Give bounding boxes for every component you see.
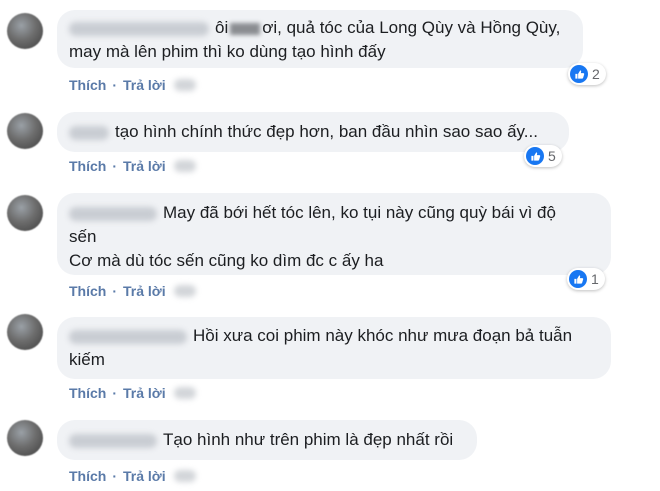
comment-text-line: Cơ mà dù tóc sến cũng ko dìm đc c ấy ha — [69, 251, 384, 270]
reply-link[interactable]: Trả lời — [123, 77, 166, 93]
comment-text-part: ôi — [215, 18, 229, 37]
commenter-name[interactable] — [69, 329, 187, 344]
like-thumb-icon — [569, 270, 587, 288]
separator: · — [112, 283, 118, 299]
like-thumb-icon — [526, 147, 544, 165]
reaction-count[interactable]: 1 — [567, 268, 605, 290]
separator: · — [112, 385, 118, 401]
separator: · — [112, 77, 118, 93]
like-thumb-icon — [570, 65, 588, 83]
commenter-name[interactable] — [69, 21, 209, 36]
reaction-number: 2 — [592, 66, 600, 82]
redacted-name — [230, 22, 261, 35]
avatar[interactable] — [7, 195, 43, 231]
avatar[interactable] — [7, 420, 43, 456]
timestamp[interactable] — [173, 285, 196, 297]
avatar[interactable] — [7, 314, 43, 350]
comment-actions: Thích · Trả lời — [69, 158, 196, 174]
comment-bubble: ôi ơi, quả tóc của Long Qùy và Hồng Qùy, … — [57, 10, 583, 68]
comment-text: Tạo hình như trên phim là đẹp nhất rồi — [163, 430, 454, 449]
comment-actions: Thích · Trả lời — [69, 468, 196, 484]
comment-text-line: Hồi xưa coi phim này khóc như mưa đoạn b… — [193, 326, 573, 345]
comment-text-line: May đã bới hết tóc lên, ko tụi này cũng … — [163, 203, 556, 222]
reaction-count[interactable]: 2 — [568, 63, 606, 85]
comment-text-line: may mà lên phim thì ko dùng tạo hình đấy — [69, 42, 386, 61]
comment-bubble: Hồi xưa coi phim này khóc như mưa đoạn b… — [57, 317, 611, 379]
comment-text-line: kiếm — [69, 350, 105, 369]
reply-link[interactable]: Trả lời — [123, 468, 166, 484]
like-link[interactable]: Thích — [69, 385, 106, 401]
timestamp[interactable] — [173, 387, 196, 399]
comment-bubble: May đã bới hết tóc lên, ko tụi này cũng … — [57, 193, 611, 275]
like-link[interactable]: Thích — [69, 283, 106, 299]
timestamp[interactable] — [173, 79, 196, 91]
comment-text-line: sến — [69, 227, 97, 246]
reaction-number: 1 — [591, 271, 599, 287]
comment-bubble: Tạo hình như trên phim là đẹp nhất rồi — [57, 420, 477, 460]
separator: · — [112, 468, 118, 484]
reply-link[interactable]: Trả lời — [123, 385, 166, 401]
comment-actions: Thích · Trả lời — [69, 283, 196, 299]
like-link[interactable]: Thích — [69, 158, 106, 174]
timestamp[interactable] — [173, 470, 196, 482]
like-link[interactable]: Thích — [69, 77, 106, 93]
comment-actions: Thích · Trả lời — [69, 385, 196, 401]
reaction-count[interactable]: 5 — [524, 145, 562, 167]
commenter-name[interactable] — [69, 433, 157, 448]
avatar[interactable] — [7, 13, 43, 49]
separator: · — [112, 158, 118, 174]
like-link[interactable]: Thích — [69, 468, 106, 484]
reaction-number: 5 — [548, 148, 556, 164]
reply-link[interactable]: Trả lời — [123, 158, 166, 174]
comment-text-part: ơi, quả tóc của Long Qùy và Hồng Qùy, — [262, 18, 561, 37]
commenter-name[interactable] — [69, 125, 109, 140]
avatar[interactable] — [7, 113, 43, 149]
comment-text: tạo hình chính thức đẹp hơn, ban đầu nhì… — [115, 122, 538, 141]
timestamp[interactable] — [173, 160, 196, 172]
reply-link[interactable]: Trả lời — [123, 283, 166, 299]
comment-bubble: tạo hình chính thức đẹp hơn, ban đầu nhì… — [57, 112, 569, 152]
commenter-name[interactable] — [69, 206, 157, 221]
comment-actions: Thích · Trả lời — [69, 77, 196, 93]
